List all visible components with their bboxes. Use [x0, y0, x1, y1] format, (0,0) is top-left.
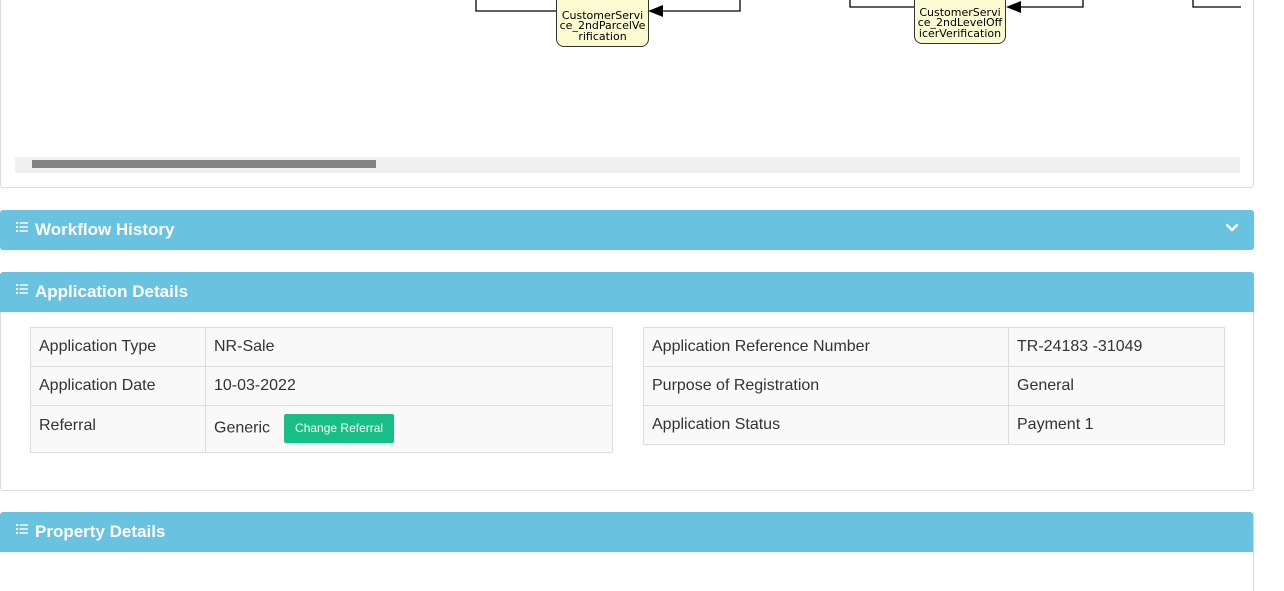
- workflow-history-panel: Workflow History: [0, 210, 1254, 250]
- panel-title: Workflow History: [35, 220, 175, 239]
- diagram-node[interactable]: CustomerService_2ndLevelOfficerVerificat…: [914, 0, 1006, 44]
- field-value: TR-24183 -31049: [1008, 327, 1225, 367]
- field-label: Application Reference Number: [643, 327, 1009, 367]
- table-row: Application Reference Number TR-24183 -3…: [643, 327, 1225, 367]
- field-value: General: [1008, 366, 1225, 406]
- field-value: 10-03-2022: [205, 366, 613, 406]
- list-icon: [16, 222, 28, 232]
- field-label: Application Date: [30, 366, 206, 406]
- table-row: Application Status Payment 1: [643, 405, 1225, 445]
- connector-line: [475, 0, 556, 12]
- application-details-panel: Application Details Application Type NR-…: [0, 272, 1254, 491]
- list-icon: [16, 524, 28, 534]
- application-details-table-left: Application Type NR-Sale Application Dat…: [30, 327, 613, 453]
- field-label: Purpose of Registration: [643, 366, 1009, 406]
- connector-line: [1019, 0, 1084, 8]
- connector-line: [1192, 0, 1241, 8]
- application-details-header[interactable]: Application Details: [0, 272, 1254, 312]
- application-details-table-right: Application Reference Number TR-24183 -3…: [643, 327, 1225, 445]
- field-value: NR-Sale: [205, 327, 613, 367]
- table-row: Purpose of Registration General: [643, 366, 1225, 406]
- list-icon: [16, 284, 28, 294]
- workflow-history-header[interactable]: Workflow History: [0, 210, 1254, 250]
- connector-line: [661, 0, 741, 12]
- table-row: Referral Generic Change Referral: [30, 405, 613, 453]
- field-label: Application Status: [643, 405, 1009, 445]
- panel-title: Property Details: [35, 522, 166, 541]
- connector-line: [849, 0, 914, 8]
- field-value: Payment 1: [1008, 405, 1225, 445]
- page: CustomerService_2ndParcelVerification Cu…: [0, 0, 1284, 591]
- workflow-diagram-panel: CustomerService_2ndParcelVerification Cu…: [0, 0, 1254, 188]
- field-value-cell: Generic Change Referral: [205, 405, 613, 453]
- horizontal-scrollbar[interactable]: [15, 157, 1240, 173]
- table-row: Application Date 10-03-2022: [30, 366, 613, 406]
- scrollbar-thumb[interactable]: [32, 160, 376, 168]
- diagram-node-label: CustomerService_2ndParcelVerification: [559, 8, 646, 43]
- property-details-panel: Property Details: [0, 512, 1254, 591]
- field-value: Generic: [214, 419, 271, 437]
- property-details-header[interactable]: Property Details: [0, 512, 1253, 552]
- field-label: Referral: [30, 405, 206, 453]
- field-label: Application Type: [30, 327, 206, 367]
- diagram-node[interactable]: CustomerService_2ndParcelVerification: [556, 0, 649, 47]
- arrow-head: [648, 5, 663, 17]
- diagram-node-label: CustomerService_2ndLevelOfficerVerificat…: [917, 5, 1003, 40]
- arrow-head: [1006, 1, 1021, 13]
- chevron-down-icon[interactable]: [1226, 223, 1238, 233]
- panel-title: Application Details: [35, 282, 189, 301]
- workflow-diagram-canvas[interactable]: CustomerService_2ndParcelVerification Cu…: [1, 0, 1253, 150]
- change-referral-button[interactable]: Change Referral: [284, 414, 395, 443]
- table-row: Application Type NR-Sale: [30, 327, 613, 367]
